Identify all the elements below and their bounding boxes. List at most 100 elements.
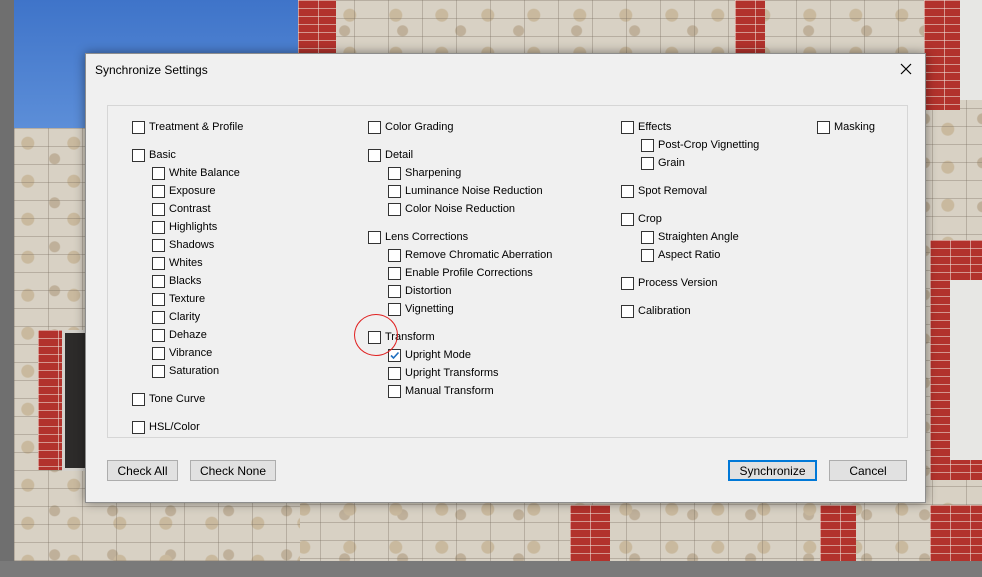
checkbox-box[interactable] xyxy=(152,238,165,252)
checkbox-box[interactable] xyxy=(368,330,381,344)
checkbox-label: Straighten Angle xyxy=(658,231,739,243)
checkbox-dehaze[interactable]: Dehaze xyxy=(152,327,207,343)
checkbox-box[interactable] xyxy=(388,384,401,398)
checkbox-crop[interactable]: Crop xyxy=(621,211,662,227)
checkbox-saturation[interactable]: Saturation xyxy=(152,363,219,379)
checkbox-upright-transforms[interactable]: Upright Transforms xyxy=(388,365,499,381)
checkbox-calibration[interactable]: Calibration xyxy=(621,303,691,319)
checkbox-box[interactable] xyxy=(388,302,401,316)
checkbox-box[interactable] xyxy=(132,120,145,134)
checkbox-blacks[interactable]: Blacks xyxy=(152,273,201,289)
checkbox-box[interactable] xyxy=(152,220,165,234)
settings-group: Treatment & Profile Basic White Balance Exp… xyxy=(107,105,908,438)
checkbox-box[interactable] xyxy=(388,284,401,298)
checkbox-box[interactable] xyxy=(132,392,145,406)
checkbox-aspect-ratio[interactable]: Aspect Ratio xyxy=(641,247,720,263)
checkbox-detail[interactable]: Detail xyxy=(368,147,413,163)
checkbox-remove-chromatic-aberration[interactable]: Remove Chromatic Aberration xyxy=(388,247,552,263)
checkbox-basic[interactable]: Basic xyxy=(132,147,176,163)
checkbox-hsl-color[interactable]: HSL/Color xyxy=(132,419,200,435)
checkbox-treatment-and-profile[interactable]: Treatment & Profile xyxy=(132,119,243,135)
check-all-button[interactable]: Check All xyxy=(107,460,178,481)
checkbox-label: Distortion xyxy=(405,285,452,297)
checkbox-vibrance[interactable]: Vibrance xyxy=(152,345,212,361)
checkbox-label: Blacks xyxy=(169,275,202,287)
checkbox-box[interactable] xyxy=(152,274,165,288)
checkbox-upright-mode[interactable]: Upright Mode xyxy=(388,347,471,363)
checkbox-box[interactable] xyxy=(641,138,654,152)
checkbox-box[interactable] xyxy=(641,248,654,262)
checkbox-box[interactable] xyxy=(621,184,634,198)
checkbox-post-crop-vignetting[interactable]: Post-Crop Vignetting xyxy=(641,137,759,153)
checkbox-clarity[interactable]: Clarity xyxy=(152,309,200,325)
checkbox-sharpening[interactable]: Sharpening xyxy=(388,165,461,181)
checkbox-label: Transform xyxy=(385,331,435,343)
checkbox-label: Calibration xyxy=(638,305,691,317)
checkbox-lens-corrections[interactable]: Lens Corrections xyxy=(368,229,468,245)
cancel-button[interactable]: Cancel xyxy=(829,460,907,481)
checkbox-box[interactable] xyxy=(368,148,381,162)
checkbox-masking[interactable]: Masking xyxy=(817,119,875,135)
checkbox-box[interactable] xyxy=(152,346,165,360)
checkbox-contrast[interactable]: Contrast xyxy=(152,201,211,217)
checkbox-box[interactable] xyxy=(388,202,401,216)
checkbox-label: Remove Chromatic Aberration xyxy=(405,249,553,261)
close-button[interactable] xyxy=(893,57,919,81)
checkbox-box[interactable] xyxy=(621,304,634,318)
checkbox-label: Treatment & Profile xyxy=(149,121,244,133)
checkbox-box[interactable] xyxy=(152,292,165,306)
checkbox-process-version[interactable]: Process Version xyxy=(621,275,717,291)
checkbox-box[interactable] xyxy=(152,256,165,270)
checkbox-box[interactable] xyxy=(388,184,401,198)
checkbox-grain[interactable]: Grain xyxy=(641,155,685,171)
check-none-button[interactable]: Check None xyxy=(190,460,276,481)
checkbox-box[interactable] xyxy=(132,420,145,434)
checkbox-box[interactable] xyxy=(621,276,634,290)
checkbox-label: Vibrance xyxy=(169,347,213,359)
checkbox-luminance-noise-reduction[interactable]: Luminance Noise Reduction xyxy=(388,183,543,199)
checkbox-straighten-angle[interactable]: Straighten Angle xyxy=(641,229,739,245)
checkbox-highlights[interactable]: Highlights xyxy=(152,219,217,235)
checkbox-box[interactable] xyxy=(621,120,634,134)
checkbox-spot-removal[interactable]: Spot Removal xyxy=(621,183,707,199)
checkbox-label: Luminance Noise Reduction xyxy=(405,185,543,197)
checkbox-box[interactable] xyxy=(152,364,165,378)
checkbox-box[interactable] xyxy=(817,120,830,134)
checkbox-label: Detail xyxy=(385,149,414,161)
checkbox-vignetting[interactable]: Vignetting xyxy=(388,301,454,317)
checkbox-exposure[interactable]: Exposure xyxy=(152,183,215,199)
checkbox-box[interactable] xyxy=(368,230,381,244)
checkbox-box[interactable] xyxy=(152,184,165,198)
checkbox-box[interactable] xyxy=(152,202,165,216)
checkbox-enable-profile-corrections[interactable]: Enable Profile Corrections xyxy=(388,265,533,281)
synchronize-button[interactable]: Synchronize xyxy=(728,460,817,481)
checkbox-white-balance[interactable]: White Balance xyxy=(152,165,240,181)
checkbox-box[interactable] xyxy=(152,166,165,180)
checkbox-label: Saturation xyxy=(169,365,220,377)
checkbox-box[interactable] xyxy=(641,156,654,170)
checkbox-box[interactable] xyxy=(152,310,165,324)
checkbox-tone-curve[interactable]: Tone Curve xyxy=(132,391,205,407)
checkbox-texture[interactable]: Texture xyxy=(152,291,205,307)
checkbox-box[interactable] xyxy=(388,166,401,180)
checkbox-box[interactable] xyxy=(152,328,165,342)
checkbox-label: Color Noise Reduction xyxy=(405,203,516,215)
checkbox-shadows[interactable]: Shadows xyxy=(152,237,214,253)
checkbox-manual-transform[interactable]: Manual Transform xyxy=(388,383,494,399)
checkbox-box[interactable] xyxy=(641,230,654,244)
checkbox-whites[interactable]: Whites xyxy=(152,255,203,271)
checkbox-box[interactable] xyxy=(388,366,401,380)
checkbox-transform[interactable]: Transform xyxy=(368,329,435,345)
checkbox-box[interactable] xyxy=(621,212,634,226)
checkbox-effects[interactable]: Effects xyxy=(621,119,671,135)
checkbox-distortion[interactable]: Distortion xyxy=(388,283,451,299)
checkbox-box[interactable] xyxy=(388,248,401,262)
checkbox-label: Manual Transform xyxy=(405,385,494,397)
checkbox-color-grading[interactable]: Color Grading xyxy=(368,119,453,135)
checkbox-color-noise-reduction[interactable]: Color Noise Reduction xyxy=(388,201,515,217)
checkbox-box[interactable] xyxy=(132,148,145,162)
checkbox-box[interactable] xyxy=(388,348,401,362)
checkbox-box[interactable] xyxy=(388,266,401,280)
checkbox-label: Crop xyxy=(638,213,662,225)
checkbox-box[interactable] xyxy=(368,120,381,134)
